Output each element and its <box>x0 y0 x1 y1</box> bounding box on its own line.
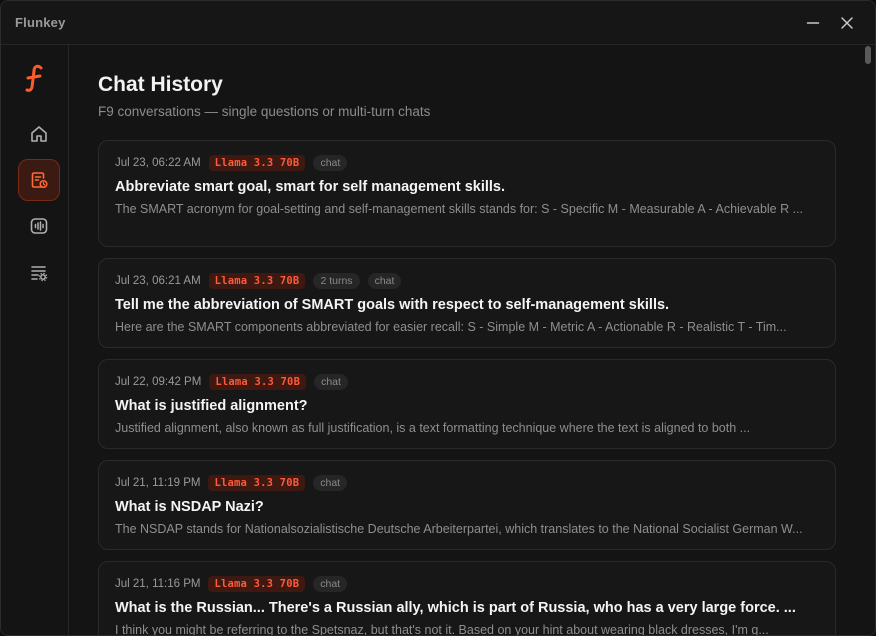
type-tag: chat <box>314 374 348 390</box>
conversation-title: Tell me the abbreviation of SMART goals … <box>115 297 670 313</box>
history-icon <box>31 172 48 189</box>
conversation-meta: Jul 21, 11:19 PM Llama 3.3 70B chat <box>115 475 819 491</box>
conversation-card[interactable]: Jul 23, 06:21 AM Llama 3.3 70B 2 turns c… <box>98 258 836 348</box>
model-badge: Llama 3.3 70B <box>209 374 307 390</box>
conversation-meta: Jul 21, 11:16 PM Llama 3.3 70B chat <box>115 576 819 592</box>
sidebar-item-home[interactable] <box>18 113 60 155</box>
app-title: Flunkey <box>15 15 66 30</box>
model-badge: Llama 3.3 70B <box>208 576 306 592</box>
app-window: Flunkey Chat History F9 conversations — … <box>0 0 876 636</box>
conversation-meta: Jul 23, 06:22 AM Llama 3.3 70B chat <box>115 155 819 171</box>
close-icon <box>841 17 853 29</box>
conversation-title: Abbreviate smart goal, smart for self ma… <box>115 179 506 195</box>
main-content[interactable]: Chat History F9 conversations — single q… <box>70 46 861 636</box>
conversation-date: Jul 23, 06:22 AM <box>115 157 201 169</box>
type-tag: chat <box>313 576 348 592</box>
app-logo-icon <box>25 64 43 92</box>
model-badge: Llama 3.3 70B <box>208 273 306 289</box>
title-bar[interactable]: Flunkey <box>1 1 875 45</box>
conversation-preview: The SMART acronym for goal-setting and s… <box>115 202 804 216</box>
conversation-title: What is NSDAP Nazi? <box>115 499 264 515</box>
sidebar <box>1 45 69 635</box>
settings-list-icon <box>31 266 48 282</box>
audio-waveform-icon <box>30 218 48 234</box>
page-subtitle: F9 conversations — single questions or m… <box>98 104 431 119</box>
type-tag: chat <box>313 475 348 491</box>
conversation-card[interactable]: Jul 23, 06:22 AM Llama 3.3 70B chat Abbr… <box>98 140 836 247</box>
scrollbar[interactable] <box>861 46 875 635</box>
conversation-preview: Justified alignment, also known as full … <box>115 421 751 435</box>
minimize-icon <box>806 22 820 24</box>
close-button[interactable] <box>833 11 861 35</box>
page-title: Chat History <box>98 73 223 96</box>
model-badge: Llama 3.3 70B <box>208 155 306 171</box>
conversation-list: Jul 23, 06:22 AM Llama 3.3 70B chat Abbr… <box>98 140 836 636</box>
conversation-title: What is the Russian... There's a Russian… <box>115 600 796 616</box>
conversation-date: Jul 21, 11:16 PM <box>115 578 201 590</box>
sidebar-item-history[interactable] <box>18 159 60 201</box>
conversation-card[interactable]: Jul 21, 11:19 PM Llama 3.3 70B chat What… <box>98 460 836 550</box>
conversation-card[interactable]: Jul 22, 09:42 PM Llama 3.3 70B chat What… <box>98 359 836 449</box>
type-tag: chat <box>313 155 348 171</box>
conversation-preview: I think you might be referring to the Sp… <box>115 623 769 636</box>
minimize-button[interactable] <box>799 11 827 35</box>
turns-tag: 2 turns <box>313 273 360 289</box>
sidebar-item-audio[interactable] <box>18 205 60 247</box>
type-tag: chat <box>367 273 402 289</box>
conversation-date: Jul 23, 06:21 AM <box>115 275 201 287</box>
conversation-preview: Here are the SMART components abbreviate… <box>115 320 787 334</box>
sidebar-item-settings[interactable] <box>18 251 60 293</box>
conversation-meta: Jul 22, 09:42 PM Llama 3.3 70B chat <box>115 374 819 390</box>
home-icon <box>31 126 47 142</box>
conversation-date: Jul 22, 09:42 PM <box>115 376 202 388</box>
model-badge: Llama 3.3 70B <box>208 475 306 491</box>
conversation-card[interactable]: Jul 21, 11:16 PM Llama 3.3 70B chat What… <box>98 561 836 636</box>
scrollbar-thumb[interactable] <box>865 46 871 64</box>
conversation-preview: The NSDAP stands for Nationalsozialistis… <box>115 522 803 536</box>
window-controls <box>799 11 861 35</box>
conversation-title: What is justified alignment? <box>115 398 308 414</box>
conversation-meta: Jul 23, 06:21 AM Llama 3.3 70B 2 turns c… <box>115 273 819 289</box>
conversation-date: Jul 21, 11:19 PM <box>115 477 201 489</box>
